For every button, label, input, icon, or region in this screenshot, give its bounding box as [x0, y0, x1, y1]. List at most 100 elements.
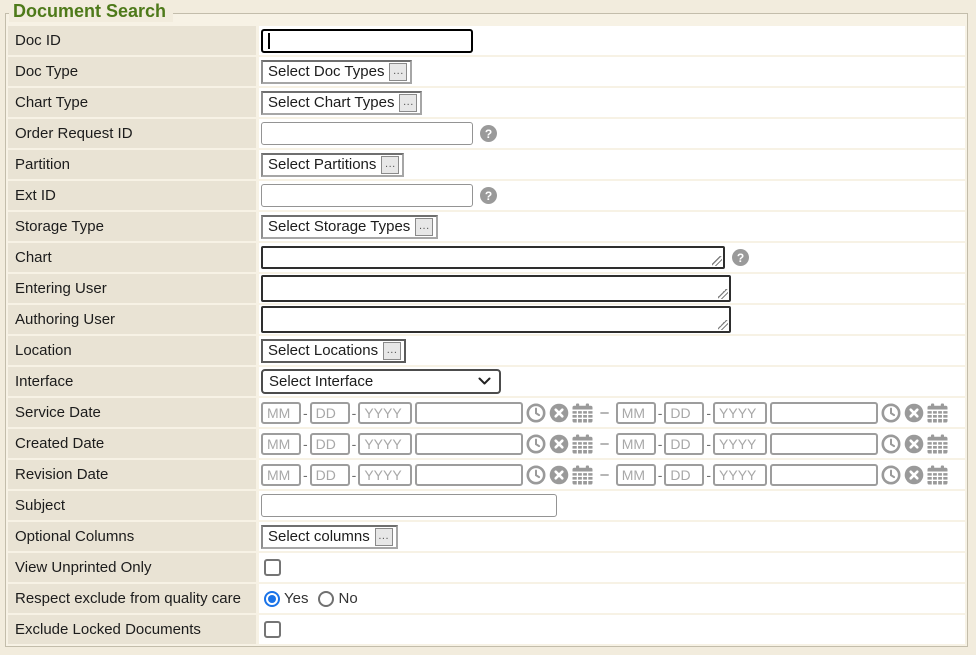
service-date-end-day-input[interactable]	[664, 402, 704, 424]
storage-type-picker-button[interactable]: Select Storage Types ...	[261, 215, 438, 239]
clear-icon[interactable]	[549, 465, 569, 485]
panel-title: Document Search	[9, 1, 173, 22]
revision-date-end-month-input[interactable]	[616, 464, 656, 486]
resize-grip-icon[interactable]	[718, 289, 728, 299]
created-date-start-year-input[interactable]	[358, 433, 412, 455]
clear-icon[interactable]	[904, 465, 924, 485]
calendar-icon[interactable]	[927, 434, 948, 454]
date-separator: -	[303, 405, 308, 421]
revision-date-start-year-input[interactable]	[358, 464, 412, 486]
calendar-icon[interactable]	[927, 465, 948, 485]
revision-date-end-time-input[interactable]	[770, 464, 878, 486]
ellipsis-icon[interactable]: ...	[383, 342, 401, 360]
date-separator: -	[303, 436, 308, 452]
service-date-start-month-input[interactable]	[261, 402, 301, 424]
service-date-start-day-input[interactable]	[310, 402, 350, 424]
clock-icon[interactable]	[881, 434, 901, 454]
chart-textarea[interactable]	[261, 246, 725, 269]
ellipsis-icon[interactable]: ...	[381, 156, 399, 174]
date-separator: -	[706, 467, 711, 483]
chart-label: Chart	[8, 243, 256, 272]
calendar-icon[interactable]	[572, 465, 593, 485]
text-caret	[268, 33, 270, 49]
help-icon[interactable]: ?	[732, 249, 749, 266]
clock-icon[interactable]	[526, 465, 546, 485]
interface-label: Interface	[8, 367, 256, 396]
clock-icon[interactable]	[526, 434, 546, 454]
interface-select[interactable]: Select Interface	[261, 369, 501, 394]
created-date-start-day-input[interactable]	[310, 433, 350, 455]
service-date-end-time-input[interactable]	[770, 402, 878, 424]
calendar-icon[interactable]	[927, 403, 948, 423]
ellipsis-icon[interactable]: ...	[389, 63, 407, 81]
date-separator: -	[658, 436, 663, 452]
service-date-end-month-input[interactable]	[616, 402, 656, 424]
respect-exclude-label: Respect exclude from quality care	[8, 584, 256, 613]
location-picker-button[interactable]: Select Locations ...	[261, 339, 406, 363]
created-date-end-year-input[interactable]	[713, 433, 767, 455]
date-separator: -	[352, 405, 357, 421]
ext-id-cell: ?	[259, 181, 965, 210]
revision-date-start-day-input[interactable]	[310, 464, 350, 486]
revision-date-cell: - - – - -	[259, 460, 965, 489]
entering-user-textarea[interactable]	[261, 275, 731, 302]
clock-icon[interactable]	[881, 403, 901, 423]
partition-picker-label: Select Partitions	[268, 156, 376, 173]
doc-id-input[interactable]	[261, 29, 473, 53]
exclude-locked-checkbox[interactable]	[264, 621, 281, 638]
revision-date-end-year-input[interactable]	[713, 464, 767, 486]
resize-grip-icon[interactable]	[718, 320, 728, 330]
created-date-end-day-input[interactable]	[664, 433, 704, 455]
clear-icon[interactable]	[549, 403, 569, 423]
calendar-icon[interactable]	[572, 403, 593, 423]
ellipsis-icon[interactable]: ...	[399, 94, 417, 112]
partition-cell: Select Partitions ...	[259, 150, 965, 179]
location-label: Location	[8, 336, 256, 365]
revision-date-end-day-input[interactable]	[664, 464, 704, 486]
resize-grip-icon[interactable]	[712, 256, 722, 266]
optional-columns-picker-button[interactable]: Select columns ...	[261, 525, 398, 549]
respect-exclude-yes-radio[interactable]	[264, 591, 280, 607]
created-date-end-time-input[interactable]	[770, 433, 878, 455]
ext-id-input[interactable]	[261, 184, 473, 207]
chart-type-picker-button[interactable]: Select Chart Types ...	[261, 91, 422, 115]
help-icon[interactable]: ?	[480, 125, 497, 142]
view-unprinted-only-checkbox[interactable]	[264, 559, 281, 576]
created-date-end-month-input[interactable]	[616, 433, 656, 455]
clear-icon[interactable]	[904, 403, 924, 423]
created-date-start-month-input[interactable]	[261, 433, 301, 455]
respect-exclude-no-radio[interactable]	[318, 591, 334, 607]
help-icon[interactable]: ?	[480, 187, 497, 204]
ellipsis-icon[interactable]: ...	[415, 218, 433, 236]
revision-date-start-time-input[interactable]	[415, 464, 523, 486]
order-request-id-cell: ?	[259, 119, 965, 148]
order-request-id-input[interactable]	[261, 122, 473, 145]
clock-icon[interactable]	[881, 465, 901, 485]
respect-exclude-yes-label: Yes	[284, 590, 308, 607]
created-date-start-time-input[interactable]	[415, 433, 523, 455]
clear-icon[interactable]	[904, 434, 924, 454]
service-date-end-year-input[interactable]	[713, 402, 767, 424]
revision-date-label: Revision Date	[8, 460, 256, 489]
doc-id-cell	[259, 26, 965, 55]
chart-type-picker-label: Select Chart Types	[268, 94, 394, 111]
service-date-cell: - - – - -	[259, 398, 965, 427]
clear-icon[interactable]	[549, 434, 569, 454]
clock-icon[interactable]	[526, 403, 546, 423]
optional-columns-cell: Select columns ...	[259, 522, 965, 551]
subject-input[interactable]	[261, 494, 557, 517]
doc-type-picker-button[interactable]: Select Doc Types ...	[261, 60, 412, 84]
range-separator: –	[600, 404, 608, 421]
ellipsis-icon[interactable]: ...	[375, 528, 393, 546]
date-separator: -	[658, 467, 663, 483]
authoring-user-textarea[interactable]	[261, 306, 731, 333]
partition-picker-button[interactable]: Select Partitions ...	[261, 153, 404, 177]
created-date-cell: - - – - -	[259, 429, 965, 458]
service-date-start-time-input[interactable]	[415, 402, 523, 424]
service-date-start-year-input[interactable]	[358, 402, 412, 424]
respect-exclude-cell: Yes No	[259, 584, 965, 613]
date-separator: -	[706, 436, 711, 452]
calendar-icon[interactable]	[572, 434, 593, 454]
location-picker-label: Select Locations	[268, 342, 378, 359]
revision-date-start-month-input[interactable]	[261, 464, 301, 486]
